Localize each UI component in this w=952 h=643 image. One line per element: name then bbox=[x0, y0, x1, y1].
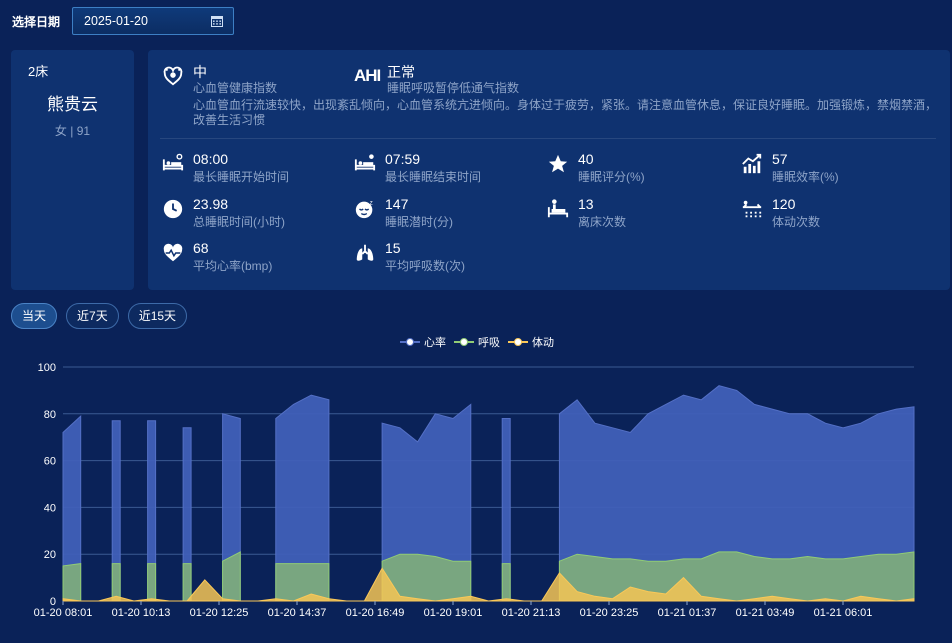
bed-start-icon bbox=[162, 153, 184, 171]
body-move-icon bbox=[742, 200, 762, 218]
series-area-1 bbox=[111, 563, 121, 602]
tab-15-days[interactable]: 近15天 bbox=[127, 303, 188, 329]
x-tick-label: 01-20 08:01 bbox=[34, 607, 93, 619]
stat-value: 57 bbox=[772, 151, 788, 167]
legend-mark-breath bbox=[454, 337, 474, 347]
legend-body-movement[interactable]: 体动 bbox=[508, 334, 554, 350]
stat-value: 68 bbox=[193, 240, 209, 256]
stat-label: 平均呼吸数(次) bbox=[385, 259, 465, 273]
x-tick-label: 01-20 16:49 bbox=[346, 607, 405, 619]
stat-label: 平均心率(bmp) bbox=[193, 259, 273, 273]
date-picker[interactable]: 2025-01-20 bbox=[72, 7, 235, 35]
legend-breath[interactable]: 呼吸 bbox=[454, 334, 500, 350]
series-area-1 bbox=[62, 563, 82, 602]
vitals-chart[interactable]: 02040608010001-20 08:01 01-20 10:13 01-20 … bbox=[0, 350, 952, 620]
legend-mark-body-movement bbox=[508, 337, 528, 347]
stat-label: 睡眠潜时(分) bbox=[385, 215, 453, 229]
series-area-1 bbox=[275, 563, 330, 602]
stat-label: 睡眠效率(%) bbox=[772, 170, 839, 184]
sleep-face-icon: z bbox=[355, 199, 373, 219]
y-tick-label: 80 bbox=[44, 409, 56, 421]
stat-label: 睡眠评分(%) bbox=[578, 170, 645, 184]
legend-mark-heart-rate bbox=[400, 337, 420, 347]
stat-label: 体动次数 bbox=[772, 215, 821, 229]
chart-legend: 心率 呼吸 体动 bbox=[400, 334, 554, 350]
legend-label-body-movement: 体动 bbox=[532, 337, 554, 349]
legend-label-heart-rate: 心率 bbox=[424, 337, 446, 349]
clock-icon bbox=[163, 199, 183, 219]
patient-card: 2床 熊贵云 女 | 91 bbox=[11, 50, 134, 290]
stat-value: 07:59 bbox=[385, 151, 421, 167]
y-tick-label: 60 bbox=[44, 456, 56, 468]
x-tick-label: 01-20 19:01 bbox=[424, 607, 483, 619]
x-tick-label: 01-20 21:13 bbox=[502, 607, 561, 619]
x-tick-label: 01-20 14:37 bbox=[268, 607, 327, 619]
y-tick-label: 100 bbox=[38, 362, 56, 374]
cardio-value: 中 bbox=[193, 64, 207, 80]
stat-value: 120 bbox=[772, 196, 796, 212]
stat-label: 离床次数 bbox=[578, 215, 627, 229]
x-tick-label: 01-20 12:25 bbox=[190, 607, 249, 619]
heart-rate-icon bbox=[163, 243, 183, 262]
stat-label: 总睡眠时间(小时) bbox=[193, 215, 285, 229]
bed-number: 2床 bbox=[28, 64, 49, 79]
star-icon bbox=[548, 154, 568, 173]
y-tick-label: 20 bbox=[44, 549, 56, 561]
stat-value: 15 bbox=[385, 240, 401, 256]
series-area-1 bbox=[501, 563, 511, 602]
stat-label: 最长睡眠开始时间 bbox=[193, 170, 290, 184]
patient-name: 熊贵云 bbox=[47, 95, 98, 114]
series-area-1 bbox=[182, 563, 192, 602]
series-area-1 bbox=[222, 551, 241, 602]
series-area-1 bbox=[147, 563, 157, 602]
cardio-label: 心血管健康指数 bbox=[193, 81, 278, 95]
stat-value: 08:00 bbox=[193, 151, 229, 167]
x-tick-label: 01-21 01:37 bbox=[658, 607, 717, 619]
ahi-icon: AHI bbox=[354, 66, 381, 85]
stat-value: 23.98 bbox=[193, 196, 229, 212]
ahi-label: 睡眠呼吸暂停低通气指数 bbox=[387, 81, 520, 95]
stat-value: 40 bbox=[578, 151, 594, 167]
y-tick-label: 40 bbox=[44, 502, 56, 514]
x-tick-label: 01-20 10:13 bbox=[112, 607, 171, 619]
series-area-1 bbox=[558, 551, 915, 602]
stat-value: 147 bbox=[385, 196, 409, 212]
legend-label-breath: 呼吸 bbox=[478, 337, 500, 349]
stat-value: 13 bbox=[578, 196, 594, 212]
tab-today[interactable]: 当天 bbox=[11, 303, 58, 329]
trend-chart-icon bbox=[742, 153, 762, 174]
leave-bed-icon bbox=[547, 199, 569, 218]
calendar-icon[interactable] bbox=[211, 15, 224, 27]
date-value: 2025-01-20 bbox=[84, 14, 148, 28]
heart-brain-icon bbox=[163, 66, 183, 86]
ahi-value: 正常 bbox=[387, 64, 415, 80]
bed-end-icon bbox=[354, 154, 376, 171]
x-tick-label: 01-20 23:25 bbox=[580, 607, 639, 619]
x-tick-label: 01-21 06:01 bbox=[814, 607, 873, 619]
health-advice: 心血管血行流速较快，出现紊乱倾向，心血管系统亢进倾向。身体过于疲劳，紧张。请注意… bbox=[193, 98, 938, 127]
divider bbox=[160, 138, 936, 139]
svg-text:z: z bbox=[370, 199, 373, 206]
sleep-stats-card: 中 心血管健康指数 AHI 正常 睡眠呼吸暂停低通气指数 心血管血行流速较快，出… bbox=[148, 50, 950, 290]
date-filter-bar: 选择日期 2025-01-20 bbox=[12, 6, 235, 36]
period-tabs: 当天 近7天 近15天 bbox=[11, 303, 188, 329]
tab-7-days[interactable]: 近7天 bbox=[66, 303, 119, 329]
patient-gender-age: 女 | 91 bbox=[54, 124, 91, 138]
x-tick-label: 01-21 03:49 bbox=[736, 607, 795, 619]
legend-heart-rate[interactable]: 心率 bbox=[400, 334, 446, 350]
stat-label: 最长睡眠结束时间 bbox=[385, 170, 482, 184]
date-label: 选择日期 bbox=[12, 14, 61, 29]
lungs-icon bbox=[356, 244, 374, 261]
